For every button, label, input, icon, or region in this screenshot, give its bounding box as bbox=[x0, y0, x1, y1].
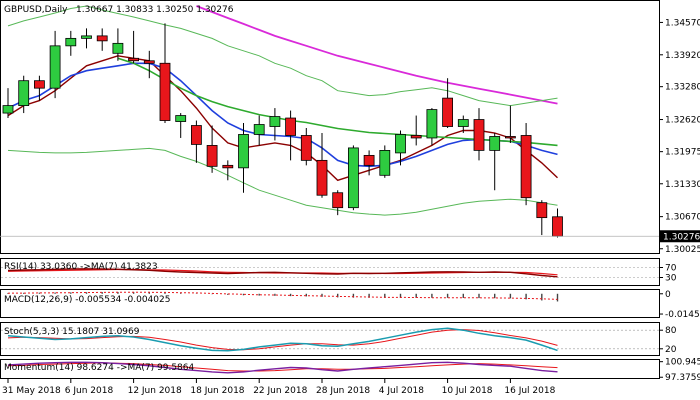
candle-body[interactable] bbox=[96, 35, 108, 42]
candle-body[interactable] bbox=[253, 124, 265, 135]
candle-body[interactable] bbox=[395, 134, 406, 154]
symbol-title: GBPUSD,Daily bbox=[4, 5, 68, 15]
price-tick-label: 1.30670 bbox=[665, 213, 700, 223]
candle-body[interactable] bbox=[316, 159, 328, 196]
candle-body[interactable] bbox=[206, 145, 218, 167]
time-tick-label: 16 Jul 2018 bbox=[504, 386, 555, 396]
price-tick-label: 1.31975 bbox=[665, 148, 700, 158]
price-tick-label: 1.33920 bbox=[665, 51, 700, 61]
axis-tick-label: -0.014585 bbox=[665, 310, 700, 320]
time-tick-label: 22 Jun 2018 bbox=[253, 386, 307, 396]
candle-body[interactable] bbox=[2, 105, 14, 114]
time-tick-label: 12 Jun 2018 bbox=[128, 386, 182, 396]
price-tick-label: 1.33280 bbox=[665, 83, 700, 93]
candle-body[interactable] bbox=[332, 192, 344, 209]
rsi-label: RSI(14) 33.0360 ->MA(7) 41.3823 bbox=[4, 262, 158, 272]
stoch-axis: 80 20 bbox=[659, 326, 677, 355]
candle-body[interactable] bbox=[300, 135, 312, 161]
candle-body[interactable] bbox=[473, 119, 485, 151]
stoch-label: Stoch(5,3,3) 15.1807 31.0969 bbox=[4, 327, 140, 337]
price-tick-label: 1.34570 bbox=[665, 18, 700, 28]
candle-body[interactable] bbox=[489, 136, 501, 151]
candle-body[interactable] bbox=[410, 135, 422, 139]
candle-body[interactable] bbox=[269, 116, 281, 127]
candle-body[interactable] bbox=[128, 57, 140, 62]
trading-chart[interactable]: GBPUSD,Daily 1.30667 1.30833 1.30250 1.3… bbox=[0, 0, 700, 400]
axis-tick-label: 70 bbox=[665, 264, 677, 274]
last-price-label: 1.30276 bbox=[663, 232, 700, 242]
candle-body[interactable] bbox=[143, 60, 155, 64]
price-tick-label: 1.30025 bbox=[665, 245, 700, 255]
axis-tick-label: 30 bbox=[665, 274, 677, 284]
time-tick-label: 18 Jun 2018 bbox=[190, 386, 244, 396]
time-tick-label: 6 Jun 2018 bbox=[65, 386, 114, 396]
candle-body[interactable] bbox=[442, 97, 454, 127]
momentum-axis: 100.945 97.37594 bbox=[659, 358, 700, 383]
macd-label: MACD(12,26,9) -0.005534 -0.004025 bbox=[4, 295, 170, 305]
price-tick-label: 1.32620 bbox=[665, 116, 700, 126]
axis-tick-label: 100.945 bbox=[665, 358, 700, 368]
candle-body[interactable] bbox=[81, 35, 92, 39]
candle-body[interactable] bbox=[285, 117, 297, 136]
axis-tick-label: 0 bbox=[665, 290, 671, 300]
candle-body[interactable] bbox=[536, 202, 548, 219]
candle-body[interactable] bbox=[222, 164, 234, 169]
price-axis[interactable]: 1.34570 1.33920 1.33280 1.32620 1.31975 1.313… bbox=[659, 18, 700, 255]
candle-body[interactable] bbox=[112, 42, 124, 54]
rsi-axis: 7030 bbox=[659, 264, 677, 284]
price-tick-label: 1.31330 bbox=[665, 180, 700, 190]
candle-body[interactable] bbox=[18, 80, 30, 106]
candle-body[interactable] bbox=[49, 45, 61, 89]
candle-body[interactable] bbox=[363, 154, 375, 166]
time-axis[interactable]: 31 May 2018 6 Jun 2018 12 Jun 2018 18 Jun 2… bbox=[2, 379, 556, 396]
candle-body[interactable] bbox=[34, 80, 45, 89]
time-tick-label: 10 Jul 2018 bbox=[442, 386, 493, 396]
momentum-label: Momentum(14) 98.6274 ->MA(7) 99.5864 bbox=[4, 363, 195, 373]
candle-body[interactable] bbox=[379, 150, 391, 176]
candle-body[interactable] bbox=[190, 125, 202, 145]
candle-body[interactable] bbox=[238, 134, 249, 169]
ohlc-readout: 1.30667 1.30833 1.30250 1.30276 bbox=[76, 5, 234, 15]
candle-body[interactable] bbox=[426, 109, 438, 139]
axis-tick-label: 97.37594 bbox=[665, 373, 700, 383]
time-tick-label: 31 May 2018 bbox=[2, 386, 61, 396]
candle-body[interactable] bbox=[552, 216, 563, 237]
time-tick-label: 4 Jul 2018 bbox=[379, 386, 424, 396]
candle-body[interactable] bbox=[175, 115, 187, 122]
macd-axis: 0 -0.014585 bbox=[659, 290, 700, 320]
candle-body[interactable] bbox=[520, 135, 532, 199]
candle-body[interactable] bbox=[504, 136, 516, 139]
candle-body[interactable] bbox=[347, 147, 359, 209]
candle-body[interactable] bbox=[457, 119, 469, 127]
candle-body[interactable] bbox=[159, 62, 171, 121]
axis-tick-label: 80 bbox=[665, 326, 677, 336]
time-tick-label: 28 Jun 2018 bbox=[316, 386, 370, 396]
candle-body[interactable] bbox=[65, 37, 77, 47]
axis-tick-label: 20 bbox=[665, 345, 677, 355]
